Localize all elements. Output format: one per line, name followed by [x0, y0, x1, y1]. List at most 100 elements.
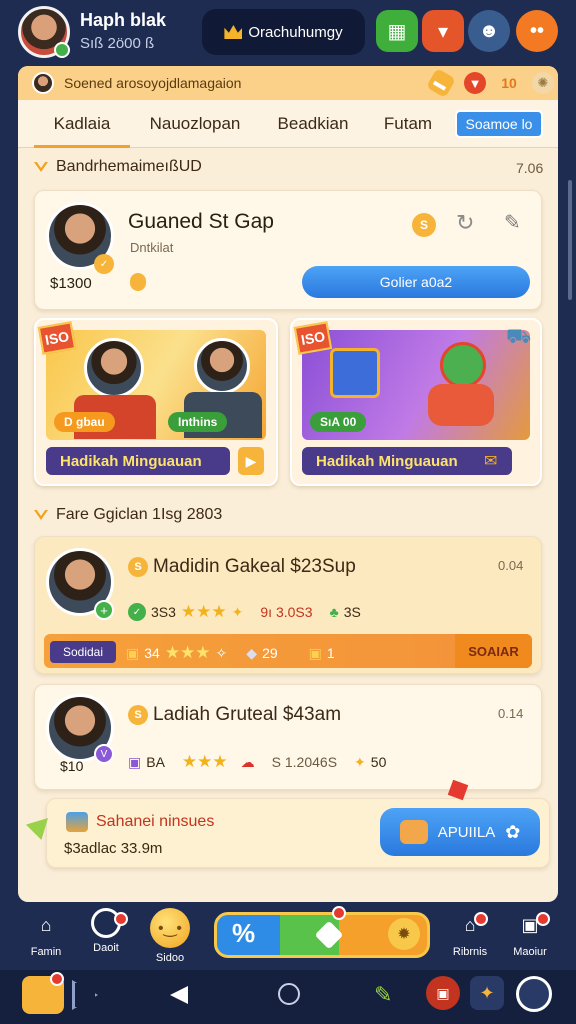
- home-icon: ⌂: [40, 914, 52, 935]
- list-row-2-a: BA: [146, 754, 165, 770]
- hero-character: [440, 342, 486, 388]
- list-row-2: ▣ BA ★★★ ☁ S 1.2046S ✦ 50: [128, 752, 386, 772]
- notice-text: Soened arosoyojdlamagaion: [64, 75, 242, 91]
- list-title-1: Madidin Gakeal $23Sup: [153, 556, 356, 577]
- list-bar-items: ▣ 34 ★★★ ✧ ◆ 29 ▣ 1: [126, 643, 335, 663]
- scrollbar[interactable]: [568, 180, 572, 300]
- list-bar-a: 34: [144, 645, 160, 661]
- golier-button[interactable]: Golier a0a2: [302, 266, 530, 298]
- nav-item-famin[interactable]: ⌂ Famin: [16, 908, 76, 959]
- notice-icons: ▬ ▼ 10 ✺: [425, 67, 554, 99]
- more-icon[interactable]: ••: [516, 10, 558, 52]
- hero-body: [428, 384, 494, 426]
- star-icon: ★★★: [164, 643, 211, 662]
- apuiila-label: APUIILA: [437, 823, 496, 841]
- gift-icon[interactable]: ▦: [376, 10, 418, 52]
- section-header-2: Fare Ggiclan 1Isg 2803: [34, 506, 222, 524]
- star-icon: ★★★: [181, 752, 228, 771]
- list-bar-c: 1: [326, 645, 335, 661]
- section-title-2: Fare Ggiclan 1Isg 2803: [56, 506, 223, 523]
- box-icon: [330, 348, 380, 398]
- notification-badge: [474, 912, 488, 926]
- promo-person-2: [194, 338, 250, 394]
- chest-small-icon: ▣: [308, 644, 322, 661]
- banner-title: Sahanei ninsues: [96, 813, 215, 830]
- list-bar-pill[interactable]: Sodidai: [50, 641, 116, 663]
- notification-badge: [50, 972, 64, 986]
- chevron-down-icon: [34, 162, 48, 172]
- list-bar-end-button[interactable]: SOAIAR: [455, 634, 532, 668]
- user-balance: Sıß 2ö00 ß: [80, 35, 155, 52]
- nav-item-ribrnis[interactable]: ⌂ Ribrnis: [440, 908, 500, 959]
- promo-chip-3[interactable]: SıA 00: [310, 412, 367, 432]
- list-row-1: ✓ 3S3 ★★★ ✦ 9ı 3.0S3 ♣ 3S: [128, 602, 361, 622]
- chevron-down-icon: [34, 510, 48, 520]
- home-button-icon[interactable]: [278, 983, 300, 1005]
- nav-label: Daoit: [93, 942, 119, 954]
- center-percent-label: %: [232, 918, 256, 948]
- user-name: Haph blak: [80, 10, 167, 30]
- list-bar-b: 29: [262, 645, 278, 661]
- car-icon: ⛟: [506, 326, 532, 348]
- section-header-1: BandrhemaimeıßUD: [34, 158, 202, 176]
- promo-label-1: Hadikah Minguauan: [46, 447, 230, 475]
- list-title-row-1: S Madidin Gakeal $23Sup: [128, 556, 356, 578]
- list-row-2-c: 50: [370, 754, 387, 770]
- online-badge: [54, 42, 70, 58]
- title-text: Orachuhumgy: [248, 23, 343, 41]
- sparkle-icon[interactable]: ✦: [470, 976, 504, 1010]
- sparkle-icon: ✧: [215, 644, 228, 661]
- add-friend-icon[interactable]: +: [94, 600, 114, 620]
- bag-icon: ♣: [329, 604, 339, 620]
- list-title-row-2: S Ladiah Gruteal $43am: [128, 704, 341, 726]
- apuiila-button[interactable]: APUIILA ✿: [380, 808, 540, 856]
- play-icon[interactable]: ▶: [238, 447, 264, 475]
- profile-sub: Dntkilat: [130, 240, 174, 255]
- list-row-1-b: 9ı 3.0S3: [260, 604, 313, 620]
- nav-label: Famin: [30, 946, 62, 958]
- star-icon: ★★★: [180, 602, 227, 621]
- ticket-icon[interactable]: ▬: [425, 67, 457, 99]
- list-time-2: 0.14: [498, 706, 524, 721]
- gift-small-icon: ▣: [128, 753, 142, 770]
- refresh-icon[interactable]: ↻: [456, 210, 474, 236]
- mini-avatar: [32, 72, 54, 94]
- tab-nauozlopan[interactable]: Nauozlopan: [130, 100, 260, 148]
- nav-label: Maoiur: [513, 946, 547, 958]
- notification-badge: [114, 912, 128, 926]
- title-pill[interactable]: Orachuhumgy: [202, 9, 365, 55]
- list-row-1-a: 3S3: [151, 604, 176, 620]
- notification-badge: [332, 906, 346, 920]
- list-title-2: Ladiah Gruteal $43am: [153, 704, 342, 725]
- gold-coin-icon[interactable]: S: [412, 213, 436, 237]
- cog-icon: ✿: [505, 821, 521, 842]
- promo-person-1: [84, 338, 144, 398]
- search-icon[interactable]: [516, 976, 552, 1012]
- leaf-icon[interactable]: ✎: [374, 982, 392, 1008]
- notice-count: 10: [501, 75, 517, 91]
- chest-icon[interactable]: ▾: [422, 10, 464, 52]
- nav-label: Ribrnis: [452, 946, 488, 958]
- profile-amount: $1300: [50, 275, 92, 292]
- promo-chip-1[interactable]: D gbau: [54, 412, 115, 432]
- edit-icon[interactable]: ✎: [504, 210, 521, 235]
- chest-round-icon[interactable]: ▣: [426, 976, 460, 1010]
- chest-small-icon: ▣: [126, 644, 140, 661]
- nav-item-sidoo[interactable]: •‿• Sidoo: [140, 908, 200, 964]
- section-title-1: BandrhemaimeıßUD: [56, 158, 202, 175]
- check-icon: ✓: [128, 603, 146, 621]
- promo-chip-2[interactable]: Inthins: [168, 412, 228, 432]
- nav-item-maoiur[interactable]: ▣ Maoiur: [500, 908, 560, 959]
- tab-futam[interactable]: Futam: [358, 100, 458, 148]
- coin-icon: S: [128, 705, 148, 725]
- gear-icon[interactable]: ✹: [388, 918, 420, 950]
- emoji-icon: •‿•: [150, 908, 190, 948]
- gift-small-icon: ✉: [484, 453, 498, 470]
- search-tab-button[interactable]: Soamoe lo: [455, 110, 543, 138]
- verified-icon: ✓: [94, 254, 114, 274]
- gear-icon[interactable]: ✺: [532, 72, 554, 94]
- smile-icon[interactable]: ☻: [468, 10, 510, 52]
- promo-tag-2: ISO: [293, 321, 333, 355]
- alert-icon[interactable]: ▼: [464, 72, 486, 94]
- tab-kadlaia[interactable]: Kadlaia: [34, 100, 130, 148]
